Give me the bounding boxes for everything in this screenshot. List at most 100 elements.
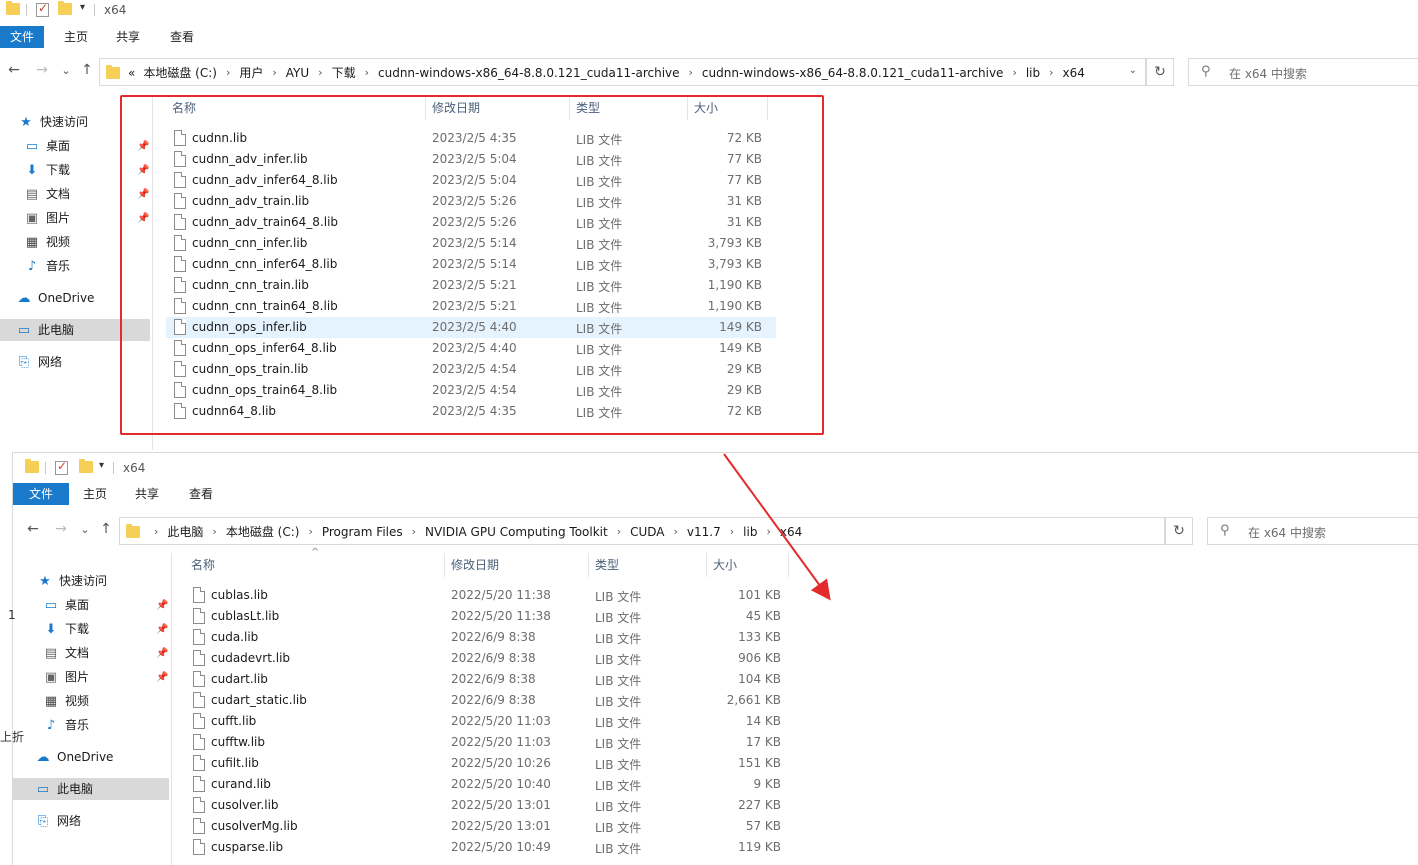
column-header-size[interactable]: 大小 xyxy=(707,553,789,577)
breadcrumb-users[interactable]: 用户 xyxy=(239,64,263,81)
chevron-right-icon[interactable]: › xyxy=(412,525,416,538)
sidebar-item-videos[interactable]: ▦ 视频 xyxy=(24,231,70,253)
table-row[interactable]: cudnn_cnn_train.lib 2023/2/5 5:21 LIB 文件 1,… xyxy=(166,275,776,296)
chevron-right-icon[interactable]: › xyxy=(689,66,693,79)
table-row[interactable]: cudnn.lib 2023/2/5 4:35 LIB 文件 72 KB xyxy=(166,128,776,149)
sidebar-item-documents[interactable]: ▤ 文档 xyxy=(43,642,89,664)
sidebar-item-downloads[interactable]: ⬇ 下载 xyxy=(43,618,89,640)
table-row[interactable]: cudart_static.lib 2022/6/9 8:38 LIB 文件 2,66… xyxy=(185,690,795,711)
sidebar-item-documents[interactable]: ▤ 文档 xyxy=(24,183,70,205)
sidebar-item-onedrive[interactable]: ☁ OneDrive xyxy=(35,746,114,768)
tab-share[interactable]: 共享 xyxy=(106,26,150,48)
pin-icon[interactable]: 📌 xyxy=(156,648,168,659)
table-row[interactable]: cublasLt.lib 2022/5/20 11:38 LIB 文件 45 KB xyxy=(185,606,795,627)
table-row[interactable]: cudnn_cnn_infer.lib 2023/2/5 5:14 LIB 文件 3,… xyxy=(166,233,776,254)
breadcrumb-ayu[interactable]: AYU xyxy=(286,66,309,80)
address-bar[interactable]: « 本地磁盘 (C:) › 用户 › AYU › 下载 › cudnn-wind… xyxy=(99,58,1146,86)
table-row[interactable]: cufilt.lib 2022/5/20 10:26 LIB 文件 151 KB xyxy=(185,753,795,774)
customize-toolbar-icon[interactable]: ▾ xyxy=(99,460,104,471)
tab-home[interactable]: 主页 xyxy=(73,483,117,505)
pin-icon[interactable]: 📌 xyxy=(137,141,149,152)
table-row[interactable]: cudart.lib 2022/6/9 8:38 LIB 文件 104 KB xyxy=(185,669,795,690)
back-button[interactable]: ← xyxy=(6,62,22,78)
column-header-name[interactable]: 名称 xyxy=(185,553,445,577)
sidebar-item-desktop[interactable]: ▭ 桌面 xyxy=(24,135,70,157)
sidebar-item-music[interactable]: ♪ 音乐 xyxy=(43,714,89,736)
pin-icon[interactable]: 📌 xyxy=(156,600,168,611)
column-header-name[interactable]: 名称 xyxy=(166,96,426,120)
chevron-right-icon[interactable]: › xyxy=(1049,66,1053,79)
pin-icon[interactable]: 📌 xyxy=(137,165,149,176)
new-folder-icon[interactable] xyxy=(58,1,72,17)
sidebar-item-desktop[interactable]: ▭ 桌面 xyxy=(43,594,89,616)
recent-locations-button[interactable]: ⌄ xyxy=(77,523,93,536)
forward-button[interactable]: → xyxy=(53,521,69,537)
recent-locations-button[interactable]: ⌄ xyxy=(58,64,74,77)
table-row[interactable]: cufft.lib 2022/5/20 11:03 LIB 文件 14 KB xyxy=(185,711,795,732)
table-row[interactable]: curand.lib 2022/5/20 10:40 LIB 文件 9 KB xyxy=(185,774,795,795)
chevron-right-icon[interactable]: › xyxy=(617,525,621,538)
properties-icon[interactable] xyxy=(55,459,69,475)
sidebar-item-onedrive[interactable]: ☁ OneDrive xyxy=(16,287,95,309)
chevron-right-icon[interactable]: › xyxy=(308,525,312,538)
customize-toolbar-icon[interactable]: ▾ xyxy=(80,2,85,13)
folder-icon[interactable] xyxy=(25,459,39,475)
address-bar[interactable]: › 此电脑 › 本地磁盘 (C:) › Program Files › NVID… xyxy=(119,517,1165,545)
sidebar-item-pictures[interactable]: ▣ 图片 xyxy=(24,207,70,229)
chevron-right-icon[interactable]: › xyxy=(226,66,230,79)
sidebar-item-this-pc[interactable]: ▭ 此电脑 xyxy=(0,319,150,341)
breadcrumb-cudnn-archive[interactable]: cudnn-windows-x86_64-8.8.0.121_cuda11-ar… xyxy=(378,66,680,80)
column-header-type[interactable]: 类型 xyxy=(589,553,707,577)
refresh-button[interactable]: ↻ xyxy=(1146,58,1174,86)
table-row[interactable]: cuda.lib 2022/6/9 8:38 LIB 文件 133 KB xyxy=(185,627,795,648)
breadcrumb-cudnn-archive-inner[interactable]: cudnn-windows-x86_64-8.8.0.121_cuda11-ar… xyxy=(702,66,1004,80)
chevron-right-icon[interactable]: › xyxy=(212,525,216,538)
breadcrumb-downloads[interactable]: 下载 xyxy=(332,64,356,81)
chevron-right-icon[interactable]: › xyxy=(154,525,158,538)
table-row[interactable]: cufftw.lib 2022/5/20 11:03 LIB 文件 17 KB xyxy=(185,732,795,753)
sidebar-item-quick-access[interactable]: ★ 快速访问 xyxy=(18,111,88,133)
column-header-date[interactable]: 修改日期 xyxy=(445,553,589,577)
table-row[interactable]: cudnn_adv_train.lib 2023/2/5 5:26 LIB 文件 31… xyxy=(166,191,776,212)
sidebar-item-network[interactable]: ⎘ 网络 xyxy=(35,810,81,832)
tab-view[interactable]: 查看 xyxy=(160,26,204,48)
sidebar-item-downloads[interactable]: ⬇ 下载 xyxy=(24,159,70,181)
tab-view[interactable]: 查看 xyxy=(179,483,223,505)
table-row[interactable]: cudnn_adv_train64_8.lib 2023/2/5 5:26 LIB … xyxy=(166,212,776,233)
chevron-right-icon[interactable]: › xyxy=(730,525,734,538)
sidebar-item-quick-access[interactable]: ★ 快速访问 xyxy=(37,570,107,592)
breadcrumb-cuda[interactable]: CUDA xyxy=(630,525,664,539)
sidebar-item-this-pc[interactable]: ▭ 此电脑 xyxy=(13,778,169,800)
folder-icon[interactable] xyxy=(6,1,20,17)
table-row[interactable]: cudnn_ops_infer.lib 2023/2/5 4:40 LIB 文件 14… xyxy=(166,317,776,338)
breadcrumb-nvidia-toolkit[interactable]: NVIDIA GPU Computing Toolkit xyxy=(425,525,608,539)
table-row[interactable]: cudnn_adv_infer.lib 2023/2/5 5:04 LIB 文件 77… xyxy=(166,149,776,170)
column-header-size[interactable]: 大小 xyxy=(688,96,768,120)
table-row[interactable]: cusolver.lib 2022/5/20 13:01 LIB 文件 227 KB xyxy=(185,795,795,816)
table-row[interactable]: cudnn_ops_infer64_8.lib 2023/2/5 4:40 LIB … xyxy=(166,338,776,359)
chevron-right-icon[interactable]: › xyxy=(318,66,322,79)
refresh-button[interactable]: ↻ xyxy=(1165,517,1193,545)
pin-icon[interactable]: 📌 xyxy=(156,624,168,635)
chevron-right-icon[interactable]: › xyxy=(272,66,276,79)
table-row[interactable]: cudnn_adv_infer64_8.lib 2023/2/5 5:04 LIB … xyxy=(166,170,776,191)
table-row[interactable]: cudnn_cnn_train64_8.lib 2023/2/5 5:21 LIB … xyxy=(166,296,776,317)
table-row[interactable]: cudnn64_8.lib 2023/2/5 4:35 LIB 文件 72 KB xyxy=(166,401,776,422)
breadcrumb-lib[interactable]: lib xyxy=(743,525,757,539)
breadcrumb-program-files[interactable]: Program Files xyxy=(322,525,403,539)
breadcrumb-local-disk[interactable]: 本地磁盘 (C:) xyxy=(226,523,300,540)
column-header-type[interactable]: 类型 xyxy=(570,96,688,120)
pin-icon[interactable]: 📌 xyxy=(137,189,149,200)
pin-icon[interactable]: 📌 xyxy=(156,672,168,683)
table-row[interactable]: cudadevrt.lib 2022/6/9 8:38 LIB 文件 906 KB xyxy=(185,648,795,669)
table-row[interactable]: cudnn_ops_train64_8.lib 2023/2/5 4:54 LIB … xyxy=(166,380,776,401)
forward-button[interactable]: → xyxy=(34,62,50,78)
column-header-date[interactable]: 修改日期 xyxy=(426,96,570,120)
breadcrumb-overflow[interactable]: « xyxy=(128,66,135,80)
new-folder-icon[interactable] xyxy=(79,459,93,475)
breadcrumb-lib[interactable]: lib xyxy=(1026,66,1040,80)
breadcrumb-x64[interactable]: x64 xyxy=(780,525,802,539)
back-button[interactable]: ← xyxy=(25,521,41,537)
tab-file[interactable]: 文件 xyxy=(0,26,44,48)
table-row[interactable]: cublas.lib 2022/5/20 11:38 LIB 文件 101 KB xyxy=(185,585,795,606)
